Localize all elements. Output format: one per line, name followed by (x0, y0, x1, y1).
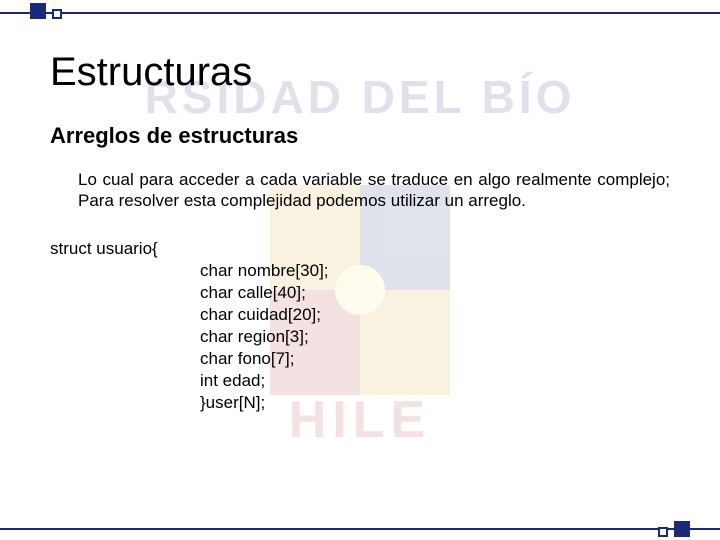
square-outline-icon (658, 527, 668, 537)
code-line: char cuidad[20]; (200, 304, 670, 326)
slide-paragraph: Lo cual para acceder a cada variable se … (78, 169, 670, 212)
square-filled-icon (30, 3, 46, 19)
slide-content: Estructuras Arreglos de estructuras Lo c… (0, 0, 720, 414)
code-line: }user[N]; (200, 392, 670, 414)
code-block: struct usuario{ char nombre[30]; char ca… (50, 238, 670, 415)
slide-title: Estructuras (50, 50, 670, 95)
top-border-decoration (0, 0, 720, 28)
square-outline-icon (52, 9, 62, 19)
square-filled-icon (674, 521, 690, 537)
bottom-border-decoration (0, 516, 720, 540)
slide-subtitle: Arreglos de estructuras (50, 123, 670, 149)
code-line: char nombre[30]; (200, 260, 670, 282)
code-line: int edad; (200, 370, 670, 392)
code-line: char region[3]; (200, 326, 670, 348)
code-line: char calle[40]; (200, 282, 670, 304)
code-line: char fono[7]; (200, 348, 670, 370)
code-line: struct usuario{ (50, 238, 670, 260)
